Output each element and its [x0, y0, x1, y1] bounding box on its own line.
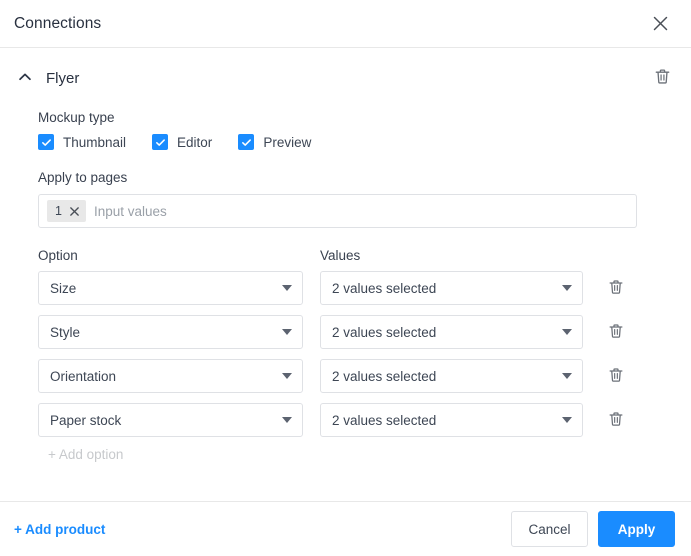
chevron-down-icon — [562, 285, 572, 291]
product-header: Flyer — [0, 48, 691, 92]
values-select-size[interactable]: 2 values selected — [320, 271, 583, 305]
close-icon — [652, 15, 669, 32]
checkbox-preview[interactable]: Preview — [238, 134, 311, 150]
option-select-paper-stock-value: Paper stock — [50, 412, 122, 428]
checkbox-thumbnail-label: Thumbnail — [63, 134, 127, 150]
delete-option-row-button[interactable] — [604, 320, 628, 344]
trash-icon — [607, 278, 625, 299]
values-select-paper-stock[interactable]: 2 values selected — [320, 403, 583, 437]
add-product-button[interactable]: + Add product — [14, 522, 511, 537]
checkbox-checked-icon — [38, 134, 54, 150]
page-chip: 1 — [47, 200, 86, 222]
option-select-orientation-value: Orientation — [50, 368, 117, 384]
trash-icon — [607, 366, 625, 387]
add-option-button[interactable]: + Add option — [48, 447, 675, 462]
option-select-style-value: Style — [50, 324, 81, 340]
checkbox-editor-label: Editor — [177, 134, 213, 150]
option-row: Style 2 values selected — [38, 315, 675, 349]
close-dialog-button[interactable] — [645, 9, 675, 39]
product-settings: Mockup type Thumbnail Editor Preview App… — [0, 110, 691, 462]
trash-icon — [653, 67, 672, 89]
column-header-option: Option — [38, 248, 78, 263]
chevron-down-icon — [282, 329, 292, 335]
mockup-type-checkbox-group: Thumbnail Editor Preview — [38, 134, 675, 150]
page-chip-remove-icon[interactable] — [69, 206, 80, 217]
options-table-headers: Option Values — [38, 248, 675, 263]
page-title: Connections — [14, 14, 102, 32]
product-name: Flyer — [46, 69, 80, 87]
apply-to-pages-input[interactable]: 1 Input values — [38, 194, 637, 228]
checkbox-thumbnail[interactable]: Thumbnail — [38, 134, 126, 150]
trash-icon — [607, 410, 625, 431]
dialog-body: Flyer Mockup type Thumbnail Editor Previ… — [0, 48, 691, 501]
cancel-button[interactable]: Cancel — [511, 511, 588, 547]
option-select-paper-stock[interactable]: Paper stock — [38, 403, 303, 437]
values-select-style[interactable]: 2 values selected — [320, 315, 583, 349]
delete-product-button[interactable] — [649, 65, 675, 91]
option-select-size-value: Size — [50, 280, 77, 296]
checkbox-preview-label: Preview — [263, 134, 312, 150]
apply-to-pages-placeholder: Input values — [93, 203, 167, 219]
delete-option-row-button[interactable] — [604, 276, 628, 300]
option-row: Orientation 2 values selected — [38, 359, 675, 393]
column-header-values: Values — [320, 248, 361, 263]
dialog-footer: + Add product Cancel Apply — [0, 501, 691, 556]
option-row: Paper stock 2 values selected — [38, 403, 675, 437]
apply-button[interactable]: Apply — [598, 511, 675, 547]
chevron-down-icon — [562, 329, 572, 335]
chevron-down-icon — [562, 417, 572, 423]
chevron-down-icon — [282, 417, 292, 423]
checkbox-checked-icon — [152, 134, 169, 150]
delete-option-row-button[interactable] — [604, 408, 628, 432]
dialog-titlebar: Connections — [0, 0, 691, 48]
option-select-style[interactable]: Style — [38, 315, 303, 349]
page-chip-value: 1 — [55, 204, 62, 218]
values-select-orientation[interactable]: 2 values selected — [320, 359, 583, 393]
collapse-product-button[interactable] — [14, 67, 36, 89]
delete-option-row-button[interactable] — [604, 364, 628, 388]
values-select-size-value: 2 values selected — [332, 280, 437, 296]
connections-dialog: Connections Flyer Mockup type Thumbnail … — [0, 0, 691, 556]
apply-to-pages-label: Apply to pages — [38, 170, 128, 185]
mockup-type-label: Mockup type — [38, 110, 115, 125]
chevron-down-icon — [282, 373, 292, 379]
trash-icon — [607, 322, 625, 343]
chevron-down-icon — [562, 373, 572, 379]
checkbox-checked-icon — [238, 134, 255, 150]
values-select-paper-stock-value: 2 values selected — [332, 412, 437, 428]
option-row: Size 2 values selected — [38, 271, 675, 305]
chevron-down-icon — [282, 285, 292, 291]
chevron-up-icon — [17, 69, 33, 88]
option-select-size[interactable]: Size — [38, 271, 303, 305]
checkbox-editor[interactable]: Editor — [152, 134, 212, 150]
values-select-orientation-value: 2 values selected — [332, 368, 437, 384]
values-select-style-value: 2 values selected — [332, 324, 437, 340]
option-select-orientation[interactable]: Orientation — [38, 359, 303, 393]
